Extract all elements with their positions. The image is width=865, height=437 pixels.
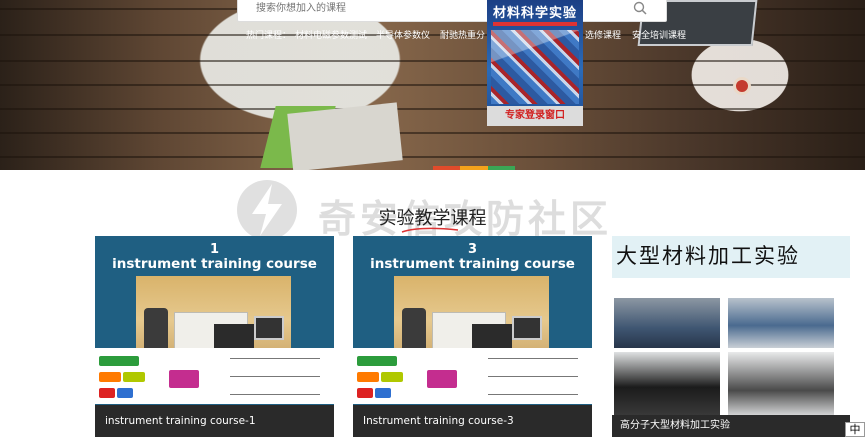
hot-courses-label: 热门课程： [246,31,292,41]
course-heading: instrument training course [370,256,575,272]
title-underline [401,227,459,233]
lab-photo [728,352,834,416]
course-heading: 大型材料加工实验 [612,236,850,278]
hot-course-link[interactable]: 半导体参数仪 [376,28,430,41]
accent-bar [433,166,515,170]
course-caption[interactable]: instrument training course-1 [95,405,334,437]
course-card[interactable]: 大型材料加工实验 高分子大型材料加工实验 [610,236,865,437]
workflow-diagram [95,348,334,404]
search-icon [633,1,647,15]
course-caption[interactable]: 高分子大型材料加工实验 [612,415,850,437]
lab-photo [728,298,834,348]
search-button[interactable] [622,0,658,18]
cup-image [733,77,751,95]
course-caption[interactable]: Instrument training course-3 [353,405,592,437]
course-heading: instrument training course [112,256,317,272]
course-card[interactable]: 3 instrument training course Instrument … [353,236,592,437]
lab-photo [614,352,720,416]
expert-login-banner[interactable]: 材料科学实验 专家登录窗口 [487,0,583,126]
hot-course-link[interactable]: 选修课程 [585,28,621,41]
language-toggle-button[interactable]: 中 [845,422,865,437]
course-card[interactable]: 1 instrument training course instrument … [95,236,334,437]
hot-course-link[interactable]: 安全培训课程 [632,28,686,41]
document-sheet [287,102,403,170]
hot-course-link[interactable]: 耐驰热重分 [440,28,485,41]
hot-course-link[interactable]: 材料电磁参数测试 [295,28,367,41]
course-number: 1 [209,242,220,257]
book-title: 材料科学实验 [492,6,577,21]
expert-login-button[interactable]: 专家登录窗口 [487,106,583,126]
book-cover-art [491,30,579,104]
lab-photo [614,298,720,348]
course-number: 3 [467,242,478,257]
workflow-diagram [353,348,592,404]
hero-banner [0,0,865,170]
